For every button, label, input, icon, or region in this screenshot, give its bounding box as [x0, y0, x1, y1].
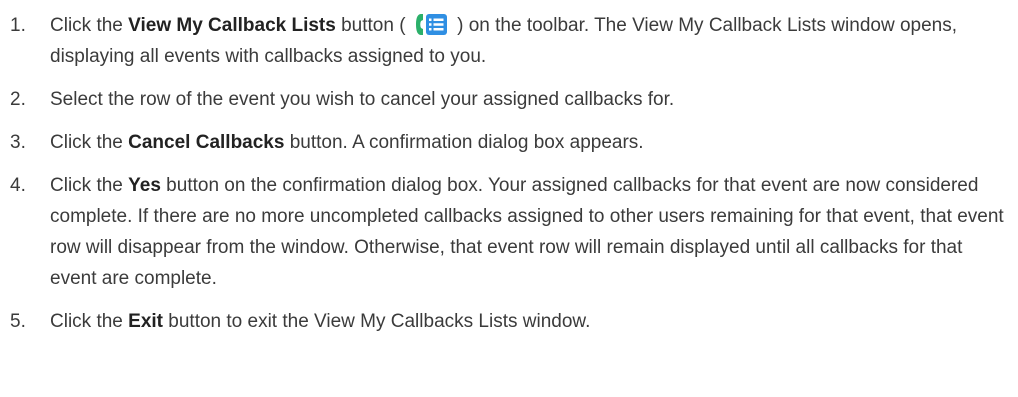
- instruction-steps: 1. Click the View My Callback Lists butt…: [0, 0, 1018, 337]
- step-number: 4.: [10, 175, 26, 196]
- step-text-mid: button (: [335, 15, 411, 36]
- step-4: 4. Click the Yes button on the confirmat…: [10, 170, 1004, 294]
- step-text-post: button on the confirmation dialog box. Y…: [50, 175, 1004, 289]
- step-1: 1. Click the View My Callback Lists butt…: [10, 10, 1004, 72]
- step-text-pre: Click the: [50, 175, 129, 196]
- step-text-pre: Click the: [50, 311, 129, 332]
- step-text-pre: Click the: [50, 132, 129, 153]
- button-name-exit: Exit: [128, 311, 163, 332]
- button-name-cancel-callbacks: Cancel Callbacks: [128, 132, 285, 153]
- step-text: Click the Exit button to exit the View M…: [50, 306, 1004, 337]
- step-2: 2. Select the row of the event you wish …: [10, 84, 1004, 115]
- step-3: 3. Click the Cancel Callbacks button. A …: [10, 127, 1004, 158]
- step-number: 5.: [10, 311, 26, 332]
- button-name-yes: Yes: [128, 175, 161, 196]
- step-text: Click the View My Callback Lists button …: [50, 10, 1004, 72]
- step-text: Click the Cancel Callbacks button. A con…: [50, 127, 1004, 158]
- step-text-post: button. A confirmation dialog box appear…: [284, 132, 644, 153]
- step-number: 1.: [10, 15, 26, 36]
- step-text-post: button to exit the View My Callbacks Lis…: [163, 311, 591, 332]
- step-text: Click the Yes button on the confirmation…: [50, 170, 1004, 294]
- step-number: 3.: [10, 132, 26, 153]
- step-text: Select the row of the event you wish to …: [50, 89, 675, 110]
- button-name-view-my-callback-lists: View My Callback Lists: [128, 15, 336, 36]
- callback-list-icon: [415, 13, 448, 36]
- step-text-pre: Click the: [50, 15, 129, 36]
- step-5: 5. Click the Exit button to exit the Vie…: [10, 306, 1004, 337]
- step-number: 2.: [10, 89, 26, 110]
